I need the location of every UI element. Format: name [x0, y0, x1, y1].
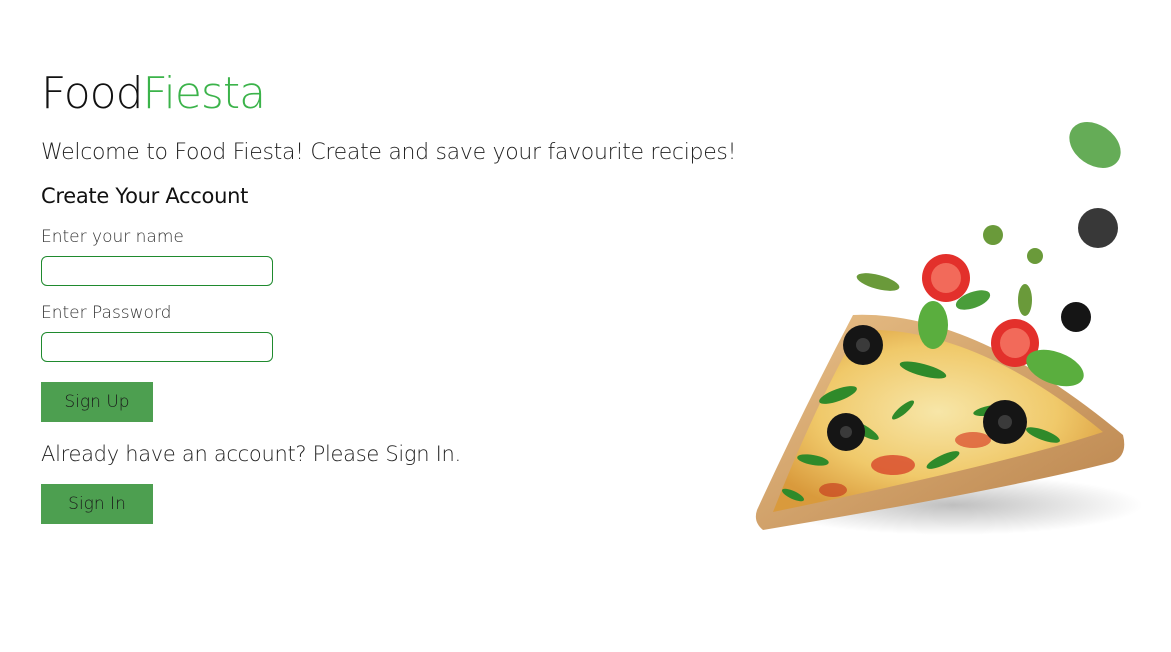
brand-logo: FoodFiesta [41, 66, 761, 122]
password-label: Enter Password [41, 303, 172, 323]
signup-button[interactable]: Sign Up [41, 382, 153, 422]
password-input[interactable] [41, 332, 273, 362]
signup-page: FoodFiesta Welcome to Food Fiesta! Creat… [0, 0, 1171, 652]
brand-name-part1: Food [41, 68, 144, 119]
pizza-slice-image [755, 122, 1143, 535]
signin-prompt: Already have an account? Please Sign In. [41, 442, 461, 466]
form-heading: Create Your Account [41, 184, 249, 208]
name-label: Enter your name [41, 227, 184, 247]
name-input[interactable] [41, 256, 273, 286]
brand-name-part2: Fiesta [142, 68, 267, 119]
signin-button[interactable]: Sign In [41, 484, 153, 524]
signup-panel: FoodFiesta Welcome to Food Fiesta! Creat… [41, 66, 761, 524]
welcome-text: Welcome to Food Fiesta! Create and save … [41, 140, 737, 165]
